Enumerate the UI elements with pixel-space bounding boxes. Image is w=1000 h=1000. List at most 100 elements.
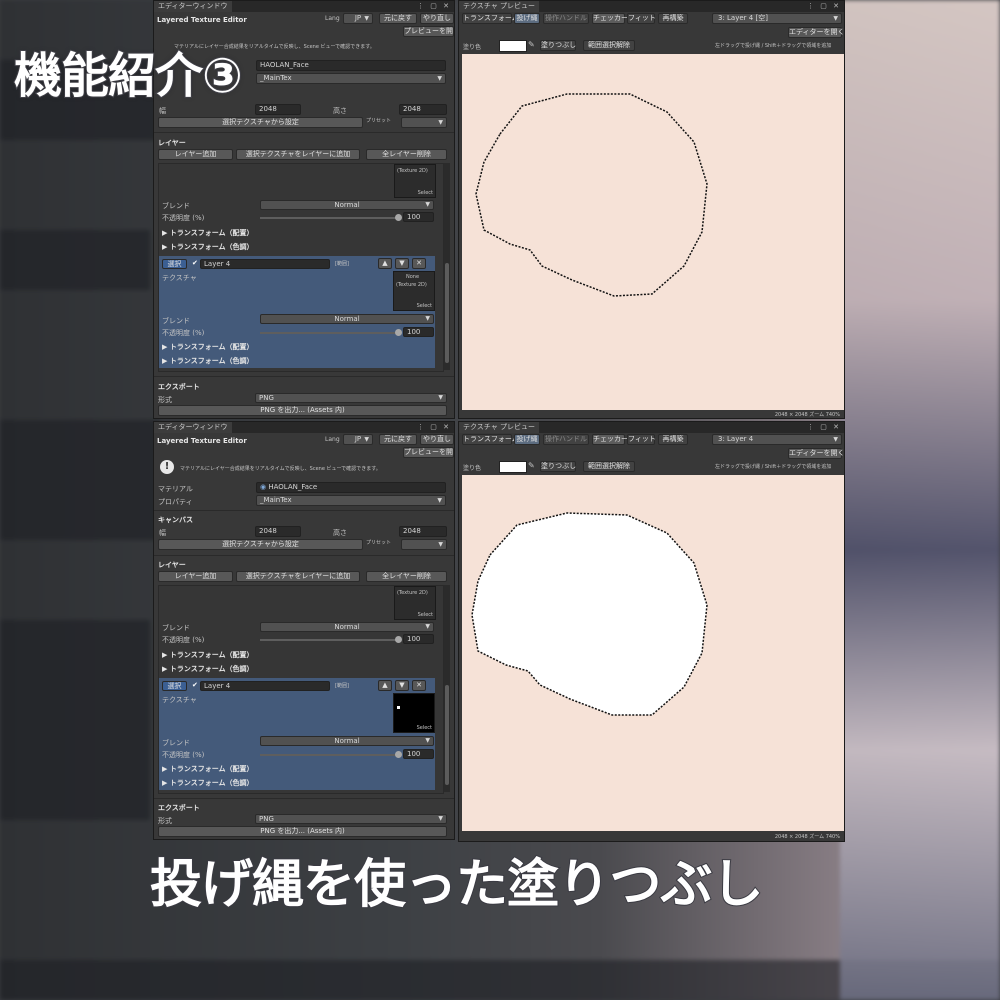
select-label[interactable]: Select xyxy=(417,303,432,309)
material-field[interactable]: HAOLAN_Face xyxy=(256,60,446,71)
width-input[interactable]: 2048 xyxy=(255,526,301,537)
add-selected-texture-button[interactable]: 選択テクスチャをレイヤーに追加 xyxy=(236,149,360,160)
opacity-slider-knob[interactable] xyxy=(395,751,402,758)
layer-texture-thumbnail[interactable]: (Texture 2D) Select xyxy=(394,586,436,620)
move-up-button[interactable]: ▲ xyxy=(378,680,392,691)
transform-place-foldout[interactable]: ▶ トランスフォーム（配置） xyxy=(162,228,253,238)
layer-name-input[interactable]: Layer 4 xyxy=(200,681,330,691)
window-controls[interactable]: ⋮ ▢ ✕ xyxy=(807,422,841,433)
tool-lasso[interactable]: 投げ縄 xyxy=(514,13,540,24)
eyedropper-icon[interactable]: ✎ xyxy=(528,461,535,470)
select-label[interactable]: Select xyxy=(418,190,433,196)
opacity-slider[interactable] xyxy=(260,332,400,334)
set-from-texture-button[interactable]: 選択テクスチャから設定 xyxy=(158,117,363,128)
material-field[interactable]: ◉ HAOLAN_Face xyxy=(256,482,446,493)
delete-all-layers-button[interactable]: 全レイヤー削除 xyxy=(366,571,447,582)
format-dropdown[interactable]: PNG ▼ xyxy=(255,814,447,824)
tool-checker[interactable]: チェッカー xyxy=(592,13,628,24)
transform-color-foldout[interactable]: ▶ トランスフォーム（色調） xyxy=(162,242,253,252)
transform-place-foldout[interactable]: ▶ トランスフォーム（配置） xyxy=(162,342,253,352)
layer-texture-thumbnail[interactable]: (Texture 2D) Select xyxy=(394,164,436,198)
opacity-slider-knob[interactable] xyxy=(395,636,402,643)
layer-list-scrollbar[interactable] xyxy=(444,585,450,792)
redo-button[interactable]: やり直し xyxy=(420,13,454,24)
property-dropdown[interactable]: _MainTex ▼ xyxy=(256,495,446,506)
property-dropdown[interactable]: _MainTex ▼ xyxy=(256,73,446,84)
fill-color-swatch[interactable] xyxy=(499,40,527,52)
layer-select-button[interactable]: 選択 xyxy=(162,259,187,269)
layer-list-scrollbar[interactable] xyxy=(444,163,450,370)
open-editor-button[interactable]: エディターを開く xyxy=(788,27,844,38)
layer-texture-thumbnail[interactable]: Select xyxy=(393,693,435,733)
tool-fit[interactable]: フィット xyxy=(627,434,656,445)
opacity-slider-knob[interactable] xyxy=(395,214,402,221)
layer-visible-checkbox[interactable]: ✔ xyxy=(192,681,198,689)
height-input[interactable]: 2048 xyxy=(399,104,447,115)
delete-all-layers-button[interactable]: 全レイヤー削除 xyxy=(366,149,447,160)
layer-texture-none-thumbnail[interactable]: None (Texture 2D) Select xyxy=(393,271,435,311)
open-editor-button[interactable]: エディターを開く xyxy=(788,448,844,459)
delete-layer-button[interactable]: ✕ xyxy=(412,680,426,691)
transform-place-foldout[interactable]: ▶ トランスフォーム（配置） xyxy=(162,650,253,660)
opacity-input[interactable]: 100 xyxy=(403,634,434,644)
tool-transform[interactable]: トランスフォーム xyxy=(462,434,519,445)
preview-canvas[interactable] xyxy=(462,475,844,831)
lang-dropdown[interactable]: JP ▼ xyxy=(343,434,373,445)
tool-fit[interactable]: フィット xyxy=(627,13,656,24)
add-selected-texture-button[interactable]: 選択テクスチャをレイヤーに追加 xyxy=(236,571,360,582)
export-png-button[interactable]: PNG を出力... (Assets 内) xyxy=(158,405,447,416)
delete-layer-button[interactable]: ✕ xyxy=(412,258,426,269)
blend-dropdown[interactable]: Normal ▼ xyxy=(260,314,434,324)
height-input[interactable]: 2048 xyxy=(399,526,447,537)
tab-texture-preview[interactable]: テクスチャ プレビュー xyxy=(459,1,539,12)
move-up-button[interactable]: ▲ xyxy=(378,258,392,269)
clear-selection-button[interactable]: 範囲選択解除 xyxy=(583,40,635,51)
lang-dropdown[interactable]: JP ▼ xyxy=(343,13,373,24)
tab-texture-preview[interactable]: テクスチャ プレビュー xyxy=(459,422,539,433)
transform-color-foldout[interactable]: ▶ トランスフォーム（色調） xyxy=(162,664,253,674)
opacity-input[interactable]: 100 xyxy=(403,327,434,337)
clear-selection-button[interactable]: 範囲選択解除 xyxy=(583,461,635,472)
select-label[interactable]: Select xyxy=(418,612,433,618)
format-dropdown[interactable]: PNG ▼ xyxy=(255,393,447,403)
opacity-slider[interactable] xyxy=(260,639,400,641)
open-preview-button[interactable]: プレビューを開く xyxy=(403,26,454,37)
window-controls[interactable]: ⋮ ▢ ✕ xyxy=(417,422,451,433)
fill-button[interactable]: 塗りつぶし xyxy=(540,461,576,472)
tab-editor-window[interactable]: エディターウィンドウ xyxy=(154,422,232,433)
opacity-slider-knob[interactable] xyxy=(395,329,402,336)
fill-color-swatch[interactable] xyxy=(499,461,527,473)
tab-editor-window[interactable]: エディターウィンドウ xyxy=(154,1,232,12)
tool-handles[interactable]: 操作ハンドル xyxy=(543,13,589,24)
undo-button[interactable]: 元に戻す xyxy=(379,434,417,445)
tool-transform[interactable]: トランスフォーム xyxy=(462,13,519,24)
tool-rebuild[interactable]: 再構築 xyxy=(658,434,688,445)
select-label[interactable]: Select xyxy=(417,725,432,731)
preset-dropdown[interactable]: ▼ xyxy=(401,117,447,128)
layer-select-button[interactable]: 選択 xyxy=(162,681,187,691)
window-controls[interactable]: ⋮ ▢ ✕ xyxy=(417,1,451,12)
redo-button[interactable]: やり直し xyxy=(420,434,454,445)
opacity-input[interactable]: 100 xyxy=(403,212,434,222)
tool-rebuild[interactable]: 再構築 xyxy=(658,13,688,24)
scrollbar-thumb[interactable] xyxy=(445,263,449,363)
open-preview-button[interactable]: プレビューを開く xyxy=(403,447,454,458)
layer-dropdown[interactable]: 3: Layer 4 ▼ xyxy=(712,434,842,445)
layer-item-selected[interactable]: 選択 ✔ Layer 4 [範囲] ▲ ▼ ✕ テクスチャ Select ブレン… xyxy=(159,678,435,790)
layer-name-input[interactable]: Layer 4 xyxy=(200,259,330,269)
layer-dropdown[interactable]: 3: Layer 4 [空] ▼ xyxy=(712,13,842,24)
blend-dropdown[interactable]: Normal ▼ xyxy=(260,200,434,210)
preset-dropdown[interactable]: ▼ xyxy=(401,539,447,550)
tool-handles[interactable]: 操作ハンドル xyxy=(543,434,589,445)
move-down-button[interactable]: ▼ xyxy=(395,680,409,691)
blend-dropdown[interactable]: Normal ▼ xyxy=(260,622,434,632)
tool-lasso[interactable]: 投げ縄 xyxy=(514,434,540,445)
opacity-input[interactable]: 100 xyxy=(403,749,434,759)
eyedropper-icon[interactable]: ✎ xyxy=(528,40,535,49)
preview-canvas[interactable] xyxy=(462,54,844,410)
layer-visible-checkbox[interactable]: ✔ xyxy=(192,259,198,267)
add-layer-button[interactable]: レイヤー追加 xyxy=(158,149,233,160)
opacity-slider[interactable] xyxy=(260,754,400,756)
move-down-button[interactable]: ▼ xyxy=(395,258,409,269)
opacity-slider[interactable] xyxy=(260,217,400,219)
